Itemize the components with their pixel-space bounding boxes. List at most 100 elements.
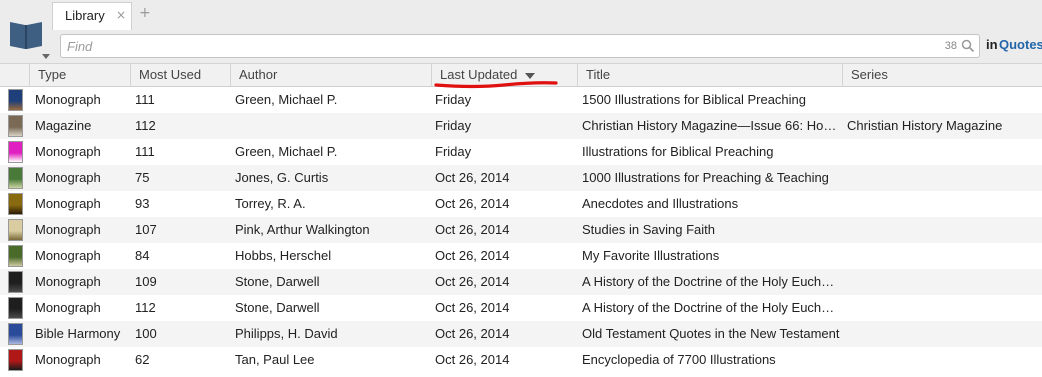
book-cover-thumbnail — [8, 89, 23, 111]
table-row[interactable]: Monograph 75 Jones, G. Curtis Oct 26, 2014 1… — [0, 165, 1042, 191]
cell-series — [847, 217, 1042, 243]
cell-type: Monograph — [35, 92, 101, 107]
cell-last-updated: Friday — [435, 118, 472, 133]
table-row[interactable]: Magazine 112 Friday Christian History Magaz… — [0, 113, 1042, 139]
cell-most-used: 84 — [135, 248, 150, 263]
table-row[interactable]: Monograph 109 Stone, Darwell Oct 26, 2014 A … — [0, 269, 1042, 295]
column-header-most-used[interactable]: Most Used — [130, 64, 230, 87]
cell-most-used: 111 — [135, 92, 155, 107]
table-row[interactable]: Monograph 84 Hobbs, Herschel Oct 26, 2014 My… — [0, 243, 1042, 269]
column-header-type[interactable]: Type — [29, 64, 130, 87]
cell-type: Magazine — [35, 118, 92, 133]
cell-series — [847, 87, 1042, 113]
cell-most-used: 111 — [135, 144, 155, 159]
cell-type: Monograph — [35, 248, 101, 263]
cell-title: Encyclopedia of 7700 Illustrations — [582, 352, 776, 367]
book-cover-thumbnail — [8, 271, 23, 293]
cell-last-updated: Oct 26, 2014 — [435, 170, 510, 185]
cell-author: Jones, G. Curtis — [235, 170, 329, 185]
cell-series — [847, 321, 1042, 347]
cell-type: Monograph — [35, 274, 101, 289]
table-row[interactable]: Bible Harmony 100 Philipps, H. David Oct 26… — [0, 321, 1042, 347]
cell-author: Stone, Darwell — [235, 300, 320, 315]
cell-series — [847, 165, 1042, 191]
cell-most-used: 62 — [135, 352, 150, 367]
search-placeholder: Find — [67, 39, 93, 54]
cell-series — [847, 347, 1042, 373]
cell-last-updated: Oct 26, 2014 — [435, 352, 510, 367]
cell-series: Christian History Magazine — [847, 118, 1003, 133]
cell-last-updated: Oct 26, 2014 — [435, 326, 510, 341]
cell-author: Stone, Darwell — [235, 274, 320, 289]
cell-most-used: 75 — [135, 170, 150, 185]
cell-type: Monograph — [35, 144, 101, 159]
add-tab-icon[interactable]: + — [139, 5, 151, 21]
book-cover-thumbnail — [8, 297, 23, 319]
table-row[interactable]: Monograph 111 Green, Michael P. Friday 1500 … — [0, 87, 1042, 113]
result-count: 38 — [944, 40, 957, 52]
cell-title: My Favorite Illustrations — [582, 248, 720, 263]
cell-author: Hobbs, Herschel — [235, 248, 332, 263]
cell-most-used: 93 — [135, 196, 150, 211]
cell-most-used: 112 — [135, 300, 156, 315]
table-row[interactable]: Monograph 62 Tan, Paul Lee Oct 26, 2014 Ency… — [0, 347, 1042, 373]
sort-descending-icon — [525, 72, 536, 79]
search-icon[interactable] — [961, 39, 975, 53]
table-row[interactable]: Monograph 93 Torrey, R. A. Oct 26, 2014 Anec… — [0, 191, 1042, 217]
cell-title: 1500 Illustrations for Biblical Preachin… — [582, 92, 807, 107]
cell-last-updated: Oct 26, 2014 — [435, 196, 510, 211]
tab-library[interactable]: Library × — [52, 2, 132, 30]
cell-most-used: 112 — [135, 118, 156, 133]
table-row[interactable]: Monograph 111 Green, Michael P. Friday Illus… — [0, 139, 1042, 165]
chevron-down-icon[interactable] — [42, 54, 50, 59]
cell-most-used: 107 — [135, 222, 157, 237]
cell-author: Pink, Arthur Walkington — [235, 222, 370, 237]
cell-title: Illustrations for Biblical Preaching — [582, 144, 774, 159]
column-header-title[interactable]: Title — [577, 64, 842, 87]
cell-type: Monograph — [35, 300, 101, 315]
cell-author: Green, Michael P. — [235, 144, 338, 159]
cell-type: Monograph — [35, 222, 101, 237]
cell-series — [847, 139, 1042, 165]
cell-type: Monograph — [35, 196, 101, 211]
cell-last-updated: Oct 26, 2014 — [435, 222, 510, 237]
cell-last-updated: Friday — [435, 144, 472, 159]
book-cover-thumbnail — [8, 219, 23, 241]
cell-type: Monograph — [35, 170, 101, 185]
table-row[interactable]: Monograph 107 Pink, Arthur Walkington Oct 2… — [0, 217, 1042, 243]
cell-series — [847, 295, 1042, 321]
book-cover-thumbnail — [8, 167, 23, 189]
cell-type: Bible Harmony — [35, 326, 121, 341]
column-header-author[interactable]: Author — [230, 64, 431, 87]
search-input[interactable]: Find 38 — [60, 34, 980, 58]
table-row[interactable]: Monograph 112 Stone, Darwell Oct 26, 2014 A … — [0, 295, 1042, 321]
cell-title: Anecdotes and Illustrations — [582, 196, 739, 211]
book-cover-thumbnail — [8, 193, 23, 215]
cell-author: Tan, Paul Lee — [235, 352, 315, 367]
cell-most-used: 109 — [135, 274, 157, 289]
book-cover-thumbnail — [8, 141, 23, 163]
search-scope-link[interactable]: Quotes — [999, 37, 1042, 52]
cell-title: A History of the Doctrine of the Holy Eu… — [582, 300, 840, 315]
book-cover-thumbnail — [8, 349, 23, 371]
cell-author: Torrey, R. A. — [235, 196, 306, 211]
cell-series — [847, 269, 1042, 295]
cell-series — [847, 243, 1042, 269]
cell-last-updated: Oct 26, 2014 — [435, 248, 510, 263]
tab-label: Library — [65, 8, 105, 23]
book-cover-thumbnail — [8, 245, 23, 267]
library-toolbar: Library × + Find 38 in Quotes — [0, 0, 1042, 64]
book-cover-thumbnail — [8, 115, 23, 137]
cell-author: Green, Michael P. — [235, 92, 338, 107]
cell-last-updated: Oct 26, 2014 — [435, 274, 510, 289]
close-icon[interactable]: × — [116, 8, 126, 22]
library-book-icon[interactable] — [6, 14, 46, 52]
cell-title: A History of the Doctrine of the Holy Eu… — [582, 274, 840, 289]
cell-last-updated: Oct 26, 2014 — [435, 300, 510, 315]
cell-title: Studies in Saving Faith — [582, 222, 715, 237]
cell-type: Monograph — [35, 352, 101, 367]
column-header-series[interactable]: Series — [842, 64, 1042, 87]
cell-last-updated: Friday — [435, 92, 472, 107]
cell-series — [847, 191, 1042, 217]
book-cover-thumbnail — [8, 323, 23, 345]
